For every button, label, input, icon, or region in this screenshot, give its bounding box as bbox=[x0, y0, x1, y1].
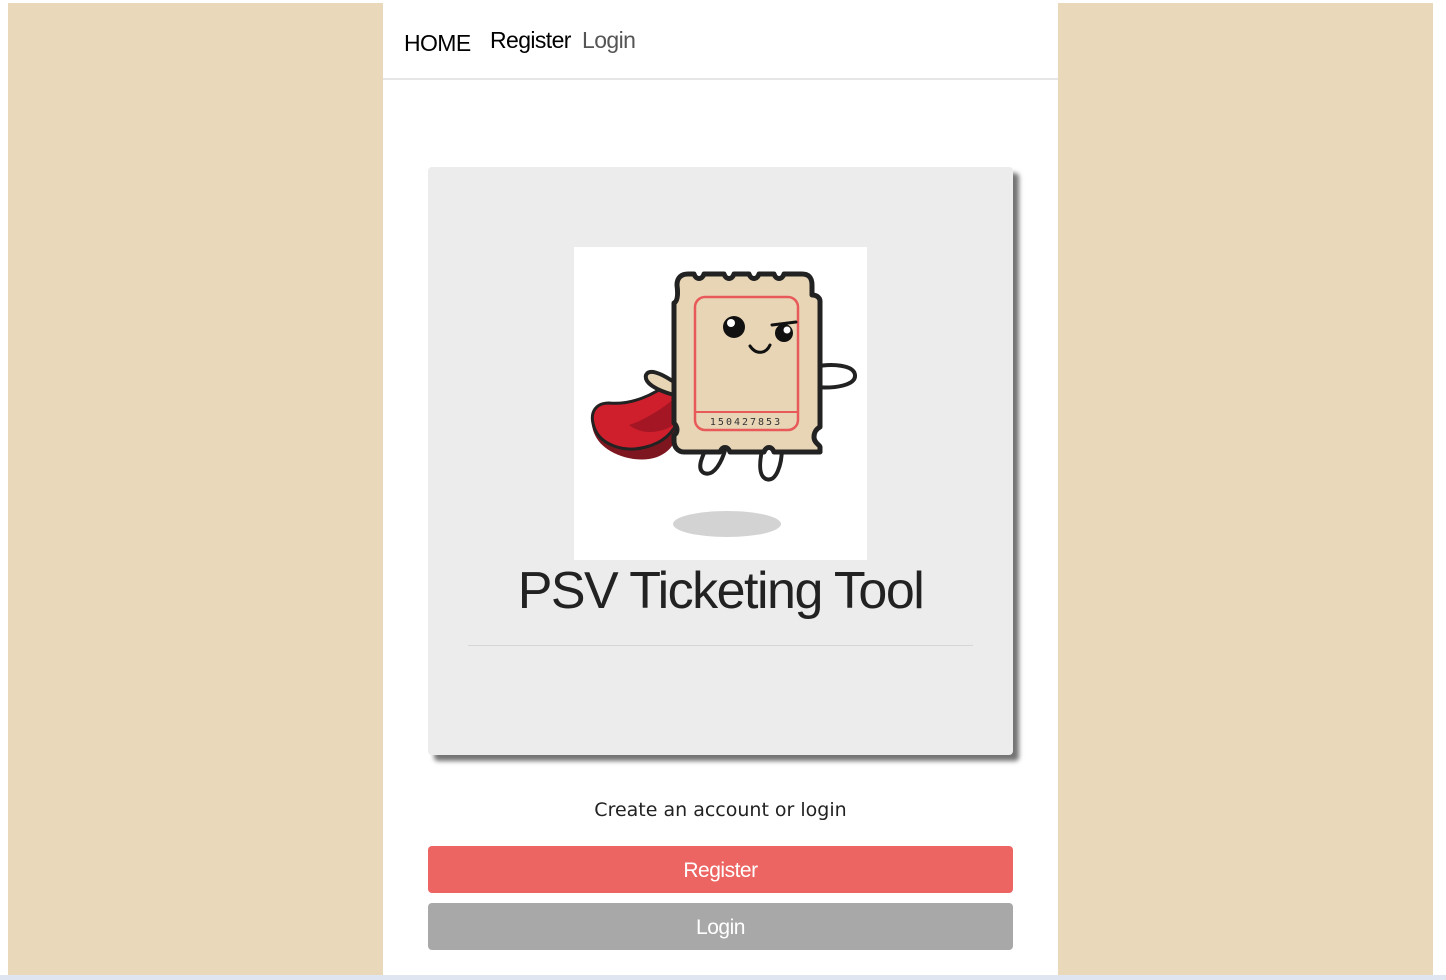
nav-home-link[interactable]: HOME bbox=[404, 30, 471, 57]
page-title: PSV Ticketing Tool bbox=[517, 562, 925, 620]
nav-register-link[interactable]: Register bbox=[490, 27, 571, 54]
hero-card: 150427853 PSV Ticketing Tool bbox=[428, 167, 1013, 755]
nav-login-link[interactable]: Login bbox=[582, 27, 636, 54]
call-to-action-text: Create an account or login bbox=[594, 799, 847, 821]
window-bottom-edge bbox=[0, 975, 1446, 980]
navbar: HOME Register Login bbox=[383, 3, 1058, 80]
ticket-mascot-icon: 150427853 bbox=[590, 271, 857, 537]
svg-text:150427853: 150427853 bbox=[710, 417, 782, 428]
login-button[interactable]: Login bbox=[428, 903, 1013, 950]
logo-image: 150427853 bbox=[574, 247, 867, 560]
main-container: HOME Register Login 150427853 PSV Ticket… bbox=[383, 3, 1058, 975]
register-button[interactable]: Register bbox=[428, 846, 1013, 893]
card-divider bbox=[468, 645, 973, 646]
